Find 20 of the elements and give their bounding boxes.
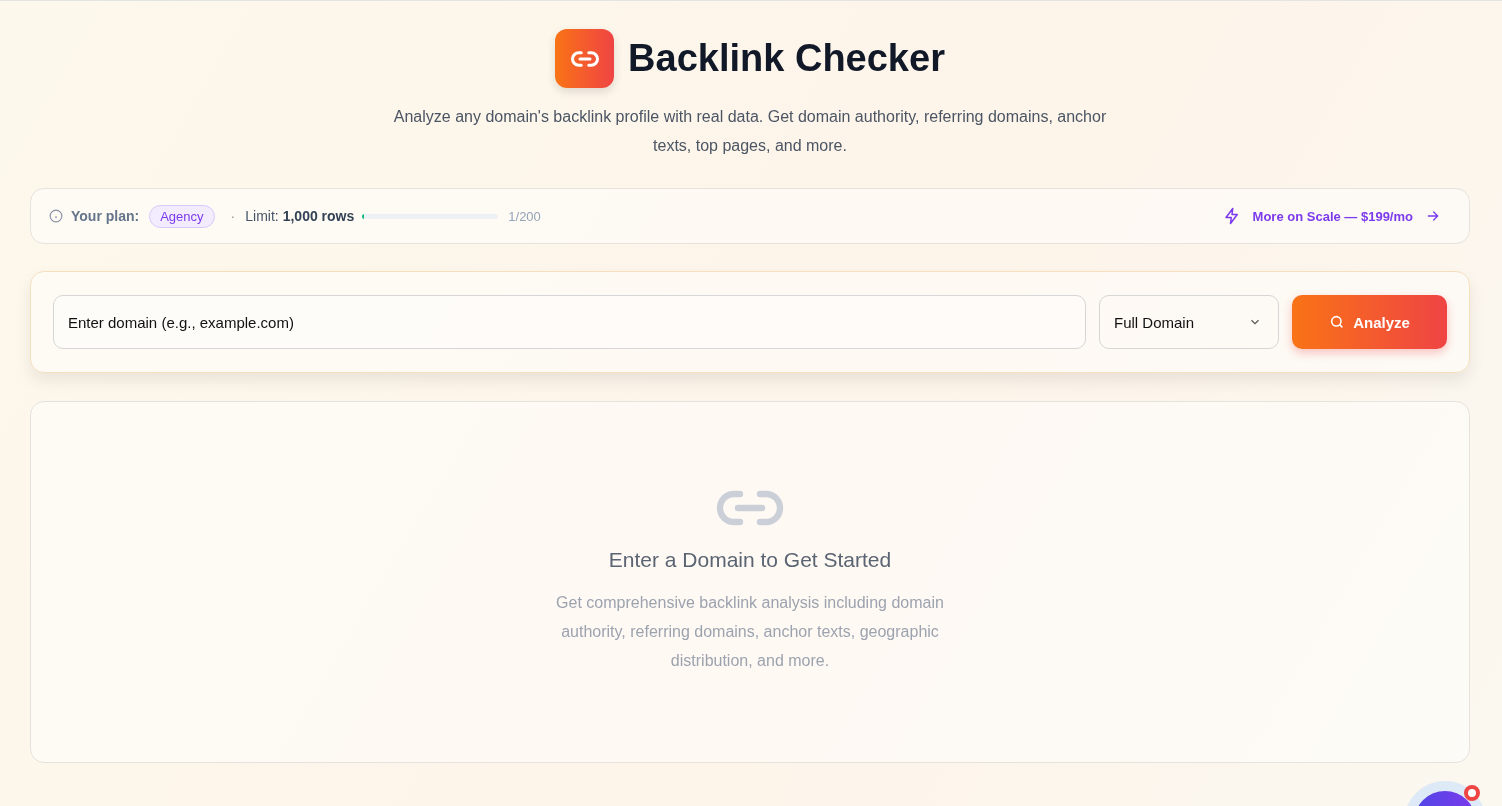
limit-label: Limit: bbox=[245, 208, 279, 224]
empty-state-text: Get comprehensive backlink analysis including domain authority, referring domains, anchor texts, geographic distribution, and more. bbox=[555, 593, 945, 671]
logo-icon bbox=[555, 29, 615, 88]
page-subtitle: Analyze any domain's backlink profile with real data. Get domain authority, referring domains, anchor texts, top pages, and more. bbox=[392, 107, 1108, 156]
analyze-button[interactable]: Analyze bbox=[1292, 295, 1447, 349]
separator-dot: · bbox=[230, 208, 236, 224]
lightning-icon bbox=[1222, 207, 1241, 225]
upgrade-link[interactable]: More on Scale — $199/mo bbox=[1222, 207, 1441, 225]
page-title: Backlink Checker bbox=[628, 37, 945, 80]
mode-select[interactable]: Full Domain bbox=[1099, 295, 1279, 349]
search-icon bbox=[1329, 314, 1346, 330]
plan-label: Your plan: bbox=[71, 208, 140, 224]
plan-badge: Agency bbox=[149, 204, 215, 228]
link-icon bbox=[716, 488, 784, 528]
usage-reading: 1/200 bbox=[508, 208, 541, 224]
arrow-right-icon bbox=[1425, 208, 1441, 224]
limit-value: 1,000 rows bbox=[282, 208, 355, 224]
info-icon bbox=[49, 209, 63, 223]
domain-input[interactable]: Enter domain (e.g., example.com) bbox=[53, 295, 1086, 349]
empty-state-title: Enter a Domain to Get Started bbox=[608, 548, 892, 572]
